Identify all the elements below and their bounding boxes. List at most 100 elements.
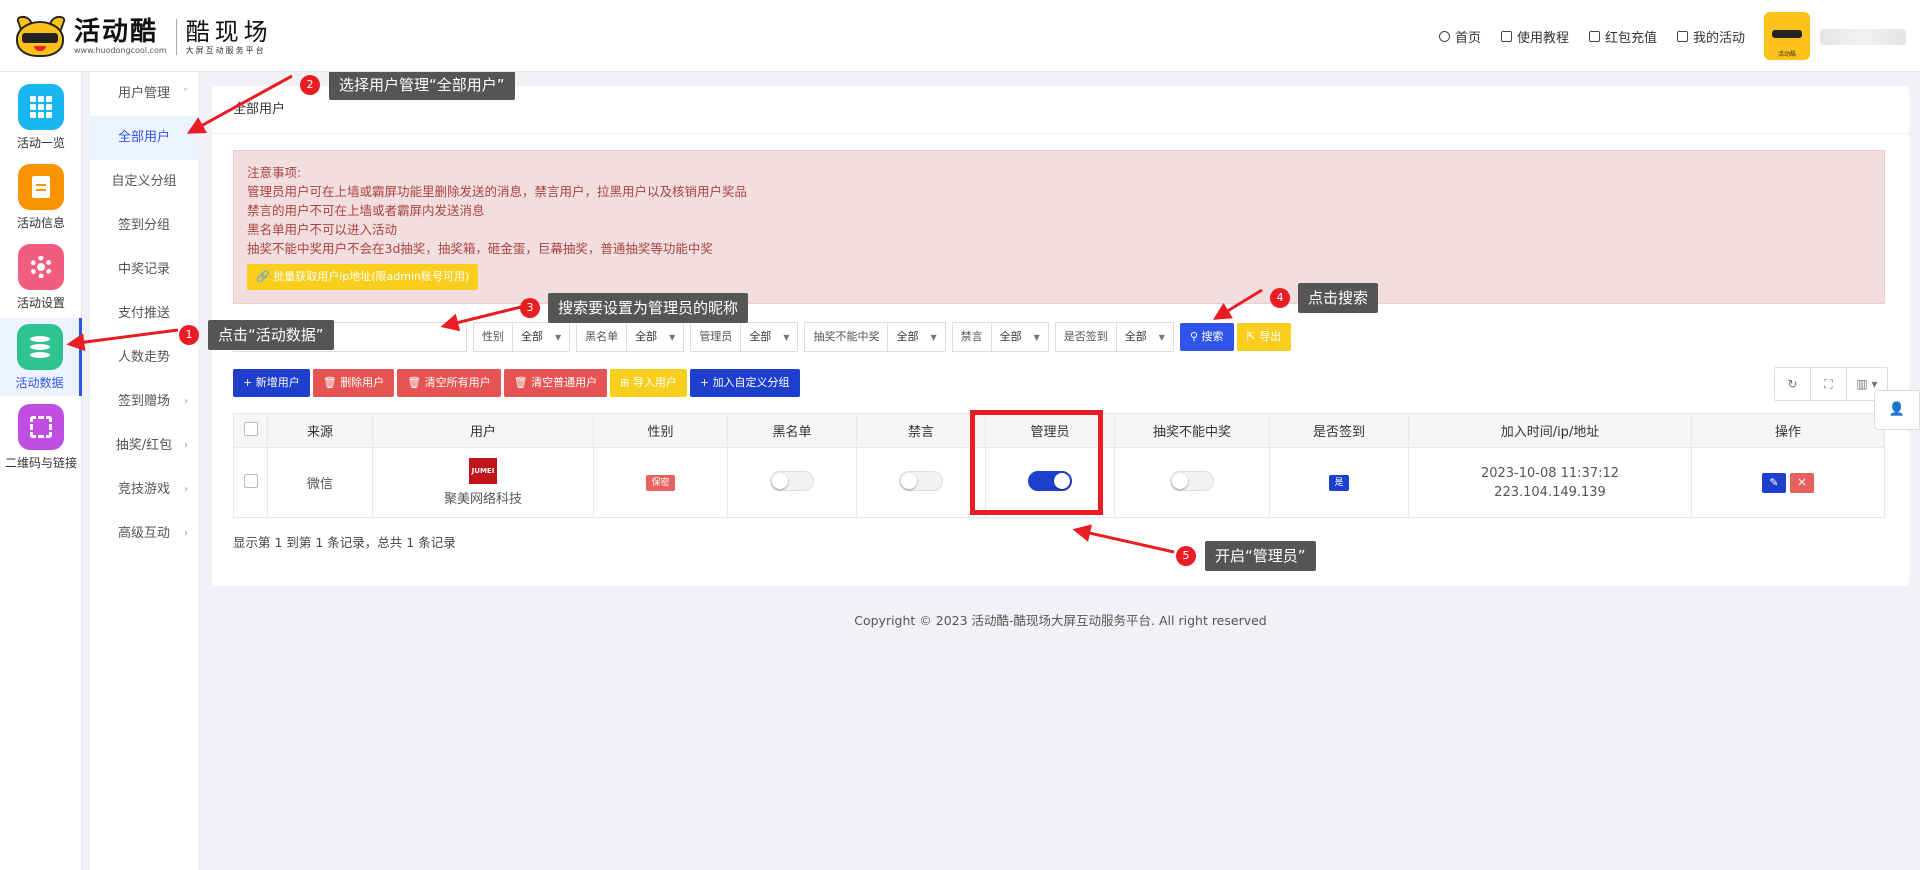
iconbar-item-overview[interactable]: 活动一览 xyxy=(0,78,82,156)
sidebar-item-games[interactable]: 竞技游戏 › xyxy=(90,468,198,512)
delete-icon[interactable]: ✕ xyxy=(1790,472,1814,493)
logo-brand: 活动酷 xyxy=(74,17,159,47)
search-button[interactable]: ⚲ 搜索 xyxy=(1179,323,1234,351)
top-header: 活动酷 www.huodongcool.com 酷现场 大屏互动服务平台 首页 … xyxy=(0,0,1920,72)
nav-my-activities[interactable]: 我的活动 xyxy=(1676,27,1745,46)
step-number-1: 1 xyxy=(179,325,199,345)
iconbar-item-qrcode[interactable]: 二维码与链接 xyxy=(0,398,82,476)
top-nav: 首页 使用教程 红包充值 我的活动 xyxy=(1438,27,1745,46)
filter-select-blacklist[interactable]: 全部 ▼ xyxy=(626,322,685,352)
action-buttons: + 新增用户 🗑 删除用户 🗑 清空所有用户 🗑 清空普通用户 ⊞ 导入用户 +… xyxy=(233,369,800,397)
table-header: 抽奖不能中奖 xyxy=(1114,413,1270,448)
step-number-2: 2 xyxy=(300,75,320,95)
add-user-button[interactable]: + 新增用户 xyxy=(233,369,310,397)
refresh-icon[interactable]: ↻ xyxy=(1775,368,1811,400)
book-icon xyxy=(1500,31,1512,42)
cell-join-info: 2023-10-08 11:37:12 223.104.149.139 xyxy=(1408,447,1692,518)
table-header: 禁言 xyxy=(856,413,986,448)
user-avatar: JUMEI xyxy=(469,458,497,484)
export-icon: ⇱ xyxy=(1246,330,1260,343)
notice-box: 注意事项: 管理员用户可在上墙或霸屏功能里删除发送的消息，禁言用户，拉黑用户以及… xyxy=(233,150,1885,304)
chevron-down-icon: ˅ xyxy=(183,88,188,99)
sidebar-item-prize-records[interactable]: 中奖记录 xyxy=(90,248,198,292)
filter-label-gender: 性别 xyxy=(473,322,512,352)
sidebar-item-signin-gift[interactable]: 签到赠场 › xyxy=(90,380,198,424)
mute-toggle[interactable] xyxy=(899,470,943,491)
sidebar-item-custom-groups[interactable]: 自定义分组 xyxy=(90,160,198,204)
clear-normal-users-button[interactable]: 🗑 清空普通用户 xyxy=(503,369,608,397)
step-tip-3: 搜索要设置为管理员的昵称 xyxy=(548,293,749,323)
logo[interactable]: 活动酷 www.huodongcool.com 酷现场 大屏互动服务平台 xyxy=(12,13,273,60)
join-ip: 223.104.149.139 xyxy=(1494,484,1606,500)
clear-all-users-button[interactable]: 🗑 清空所有用户 xyxy=(397,369,501,397)
filter-label-no-prize: 抽奖不能中奖 xyxy=(804,322,888,352)
gear-icon xyxy=(18,244,64,290)
row-checkbox[interactable] xyxy=(243,473,258,488)
step-tip-4: 点击搜索 xyxy=(1298,283,1379,313)
filter-select-signed[interactable]: 全部 ▼ xyxy=(1115,322,1174,352)
filter-select-admin[interactable]: 全部 ▼ xyxy=(740,322,799,352)
batch-ip-button[interactable]: 🔗 批量获取用户ip地址(限admin账号可用) xyxy=(247,264,479,290)
select-all-checkbox[interactable] xyxy=(243,421,258,436)
caret-down-icon: ▼ xyxy=(669,333,676,342)
step-tip-5: 开启“管理员” xyxy=(1205,541,1316,571)
filter-label-signed: 是否签到 xyxy=(1054,322,1116,352)
fullscreen-icon[interactable]: ⛶ xyxy=(1811,368,1847,400)
table-header: 来源 xyxy=(267,413,373,448)
filter-select-mute[interactable]: 全部 ▼ xyxy=(990,322,1049,352)
sidebar-item-lottery[interactable]: 抽奖/红包 › xyxy=(90,424,198,468)
sidebar-item-signin-groups[interactable]: 签到分组 xyxy=(90,204,198,248)
iconbar-item-data[interactable]: 活动数据 xyxy=(0,318,82,396)
delete-user-button[interactable]: 🗑 删除用户 xyxy=(312,369,395,397)
avatar[interactable]: 活动酷 xyxy=(1764,12,1810,60)
user-nickname: 聚美网络科技 xyxy=(443,492,522,507)
filter-select-no-prize[interactable]: 全部 ▼ xyxy=(887,322,946,352)
filter-label-admin: 管理员 xyxy=(690,322,741,352)
no-prize-toggle[interactable] xyxy=(1170,470,1214,491)
iconbar-item-settings[interactable]: 活动设置 xyxy=(0,238,82,316)
caret-down-icon: ▼ xyxy=(555,333,562,342)
iconbar-item-info[interactable]: 活动信息 xyxy=(0,158,82,236)
username-blurred[interactable] xyxy=(1820,29,1906,45)
gender-badge: 保密 xyxy=(646,475,675,491)
edit-icon[interactable]: ✎ xyxy=(1762,472,1786,493)
caret-down-icon: ▼ xyxy=(1033,333,1040,342)
add-to-group-button[interactable]: + 加入自定义分组 xyxy=(689,369,800,397)
customer-service-icon[interactable]: 👤 xyxy=(1874,390,1920,430)
icon-sidebar: 活动一览 活动信息 活动设置 活动数据 二维码与链接 xyxy=(0,72,82,870)
filter-select-gender[interactable]: 全部 ▼ xyxy=(512,322,571,352)
filter-label-blacklist: 黑名单 xyxy=(576,322,627,352)
filter-bar: 聚美网络科技 性别 全部▼ 黑名单 全部▼ 管理员 全部▼ 抽奖不能中奖 全部▼… xyxy=(233,322,1292,352)
sidebar-item-user-management[interactable]: 用户管理 ˅ xyxy=(90,72,198,116)
step-tip-1: 点击“活动数据” xyxy=(208,320,334,350)
chevron-right-icon: › xyxy=(184,528,188,539)
search-icon: ⚲ xyxy=(1189,330,1202,343)
footer-copyright: Copyright © 2023 活动酷-酷现场大屏互动服务平台. All ri… xyxy=(854,613,1267,628)
table-header-checkbox[interactable] xyxy=(233,413,268,448)
chevron-right-icon: › xyxy=(184,396,188,407)
list-icon xyxy=(1676,31,1688,42)
sidebar-item-all-users[interactable]: 全部用户 xyxy=(90,116,198,160)
database-icon xyxy=(16,324,63,370)
sidebar-item-advanced[interactable]: 高级互动 › xyxy=(90,512,198,556)
sub-sidebar: 用户管理 ˅ 全部用户 自定义分组 签到分组 中奖记录 支付推送 人数走势 签到赠… xyxy=(90,72,198,870)
table-header: 性别 xyxy=(593,413,728,448)
import-users-button[interactable]: ⊞ 导入用户 xyxy=(610,369,687,397)
table-header: 操作 xyxy=(1691,413,1885,448)
logo-slogan: 大屏互动服务平台 xyxy=(185,46,266,55)
cell-actions: ✎ ✕ xyxy=(1691,447,1885,518)
nav-tutorial[interactable]: 使用教程 xyxy=(1500,27,1569,46)
blacklist-toggle[interactable] xyxy=(770,470,814,491)
document-icon xyxy=(18,164,64,210)
table-header: 用户 xyxy=(372,413,594,448)
cell-gender: 保密 xyxy=(593,447,728,518)
table-header: 加入时间/ip/地址 xyxy=(1408,413,1692,448)
nav-recharge[interactable]: 红包充值 xyxy=(1588,27,1657,46)
step-number-5: 5 xyxy=(1176,546,1196,566)
home-icon xyxy=(1438,31,1450,42)
nav-home[interactable]: 首页 xyxy=(1438,27,1481,46)
chevron-right-icon: › xyxy=(184,484,188,495)
table-header: 黑名单 xyxy=(727,413,857,448)
export-button[interactable]: ⇱ 导出 xyxy=(1236,323,1292,351)
step-tip-2: 选择用户管理“全部用户” xyxy=(329,70,515,100)
